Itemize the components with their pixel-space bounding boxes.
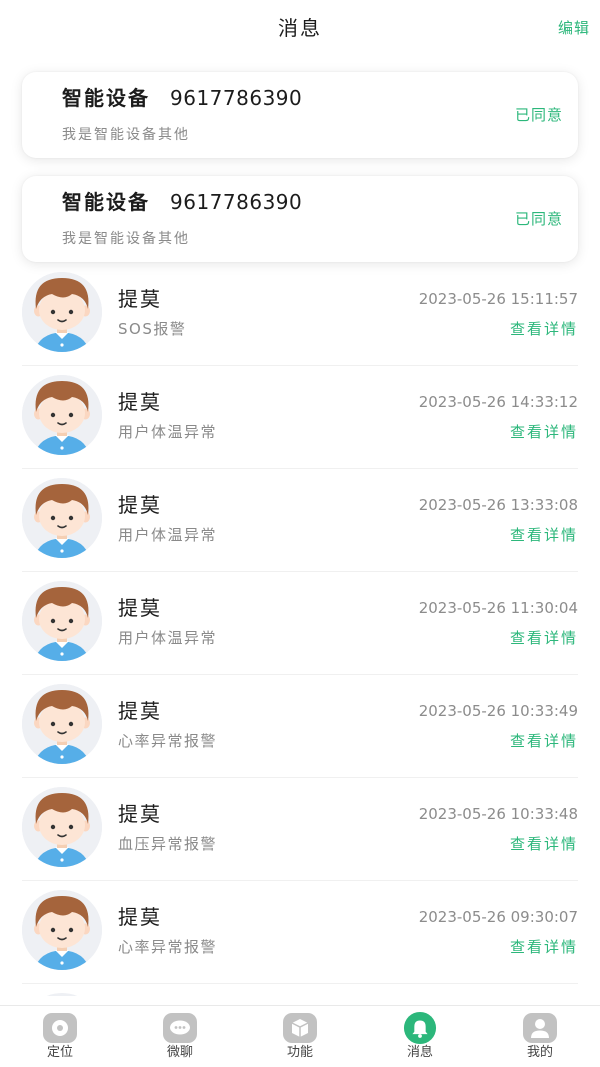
- avatar: [22, 684, 102, 764]
- tab-label: 消息: [406, 1045, 433, 1060]
- tab-functions[interactable]: 功能: [240, 1006, 360, 1067]
- message-type: 用户体温异常: [118, 526, 218, 544]
- view-details-link[interactable]: 查看详情: [510, 319, 578, 339]
- message-time: 2023-05-26 11:30:04: [418, 599, 578, 617]
- message-time: 2023-05-26 10:33:49: [418, 702, 578, 720]
- sender-name: 提莫: [118, 287, 162, 311]
- message-item[interactable]: 提莫 血压异常报警 2023-05-26 10:33:48 查看详情: [0, 778, 600, 881]
- device-name: 智能设备: [62, 190, 150, 214]
- tab-label: 微聊: [166, 1045, 193, 1060]
- device-id: 9617786390: [170, 86, 303, 110]
- sender-name: 提莫: [118, 802, 162, 826]
- sender-name: 提莫: [118, 596, 162, 620]
- view-details-link[interactable]: 查看详情: [510, 525, 578, 545]
- cartoon-boy-avatar-icon: [22, 375, 102, 455]
- edit-button[interactable]: 编辑: [558, 18, 590, 38]
- message-list: 提莫 SOS报警 2023-05-26 15:11:57 查看详情 提莫 用户体…: [0, 263, 600, 1005]
- view-details-link[interactable]: 查看详情: [510, 834, 578, 854]
- status-badge: 已同意: [514, 210, 563, 228]
- header: 消息 编辑: [0, 0, 600, 56]
- view-details-link[interactable]: 查看详情: [510, 937, 578, 957]
- bell-icon: [402, 1011, 438, 1045]
- tab-label: 我的: [526, 1045, 553, 1060]
- avatar: [22, 581, 102, 661]
- device-card[interactable]: 智能设备 9617786390 我是智能设备其他 已同意: [22, 176, 578, 262]
- message-type: 心率异常报警: [118, 732, 218, 750]
- message-item-partial: [0, 984, 600, 996]
- message-item[interactable]: 提莫 SOS报警 2023-05-26 15:11:57 查看详情: [0, 263, 600, 366]
- card-title: 智能设备 9617786390: [62, 86, 302, 110]
- message-item[interactable]: 提莫 心率异常报警 2023-05-26 09:30:07 查看详情: [0, 881, 600, 984]
- message-item[interactable]: 提莫 用户体温异常 2023-05-26 14:33:12 查看详情: [0, 366, 600, 469]
- message-time: 2023-05-26 09:30:07: [418, 908, 578, 926]
- cartoon-boy-avatar-icon: [22, 993, 102, 996]
- message-item[interactable]: 提莫 用户体温异常 2023-05-26 13:33:08 查看详情: [0, 469, 600, 572]
- sender-name: 提莫: [118, 699, 162, 723]
- message-item[interactable]: 提莫 心率异常报警 2023-05-26 10:33:49 查看详情: [0, 675, 600, 778]
- tab-label: 定位: [46, 1045, 73, 1060]
- user-icon: [522, 1011, 558, 1045]
- cartoon-boy-avatar-icon: [22, 478, 102, 558]
- avatar: [22, 993, 102, 996]
- device-card[interactable]: 智能设备 9617786390 我是智能设备其他 已同意: [22, 72, 578, 158]
- avatar: [22, 890, 102, 970]
- avatar: [22, 478, 102, 558]
- chat-icon: [162, 1011, 198, 1045]
- cartoon-boy-avatar-icon: [22, 272, 102, 352]
- view-details-link[interactable]: 查看详情: [510, 628, 578, 648]
- cartoon-boy-avatar-icon: [22, 581, 102, 661]
- message-item[interactable]: 提莫 用户体温异常 2023-05-26 11:30:04 查看详情: [0, 572, 600, 675]
- view-details-link[interactable]: 查看详情: [510, 731, 578, 751]
- page-title: 消息: [278, 16, 322, 40]
- status-badge: 已同意: [514, 106, 563, 124]
- message-type: 心率异常报警: [118, 938, 218, 956]
- message-type: SOS报警: [118, 320, 187, 338]
- avatar: [22, 272, 102, 352]
- device-name: 智能设备: [62, 86, 150, 110]
- avatar: [22, 787, 102, 867]
- tab-messages[interactable]: 消息: [360, 1006, 480, 1067]
- sender-name: 提莫: [118, 493, 162, 517]
- message-time: 2023-05-26 13:33:08: [418, 496, 578, 514]
- cartoon-boy-avatar-icon: [22, 890, 102, 970]
- device-description: 我是智能设备其他: [62, 127, 190, 143]
- avatar: [22, 375, 102, 455]
- tab-location[interactable]: 定位: [0, 1006, 120, 1067]
- message-type: 用户体温异常: [118, 629, 218, 647]
- sender-name: 提莫: [118, 390, 162, 414]
- sender-name: 提莫: [118, 905, 162, 929]
- cube-icon: [282, 1011, 318, 1045]
- card-title: 智能设备 9617786390: [62, 190, 302, 214]
- message-time: 2023-05-26 15:11:57: [418, 290, 578, 308]
- tab-profile[interactable]: 我的: [480, 1006, 600, 1067]
- tab-chat[interactable]: 微聊: [120, 1006, 240, 1067]
- device-id: 9617786390: [170, 190, 303, 214]
- tab-bar: 定位 微聊 功能 消息 我的: [0, 1005, 600, 1067]
- view-details-link[interactable]: 查看详情: [510, 422, 578, 442]
- device-description: 我是智能设备其他: [62, 231, 190, 247]
- message-time: 2023-05-26 14:33:12: [418, 393, 578, 411]
- message-type: 血压异常报警: [118, 835, 218, 853]
- cartoon-boy-avatar-icon: [22, 684, 102, 764]
- message-type: 用户体温异常: [118, 423, 218, 441]
- cartoon-boy-avatar-icon: [22, 787, 102, 867]
- message-time: 2023-05-26 10:33:48: [418, 805, 578, 823]
- location-icon: [42, 1011, 78, 1045]
- tab-label: 功能: [286, 1045, 313, 1060]
